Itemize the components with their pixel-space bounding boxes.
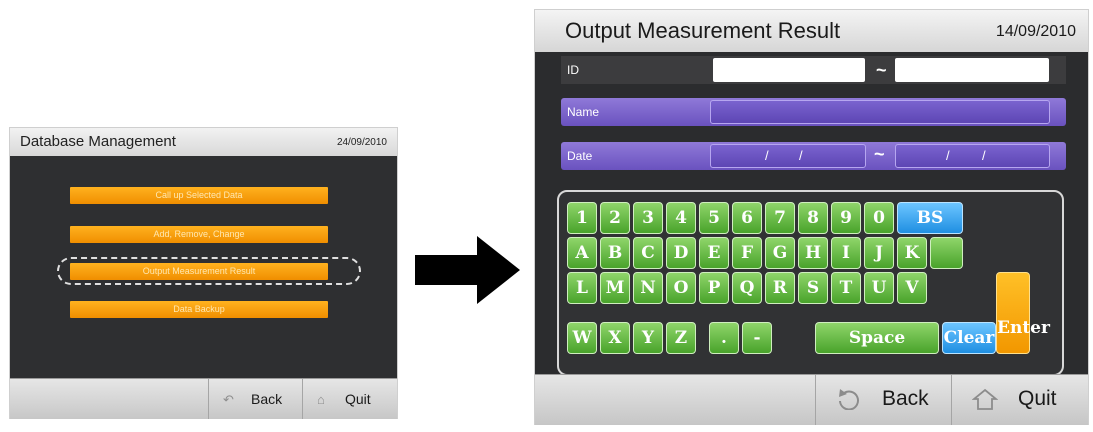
key-w[interactable]: W [567,322,597,354]
key-y[interactable]: Y [633,322,663,354]
screen-date: 14/09/2010 [995,23,1076,40]
key-3[interactable]: 3 [633,202,663,234]
database-management-screen: Database Management 24/09/2010 Call up S… [10,128,397,419]
key-7[interactable]: 7 [765,202,795,234]
clear-key[interactable]: Clear [942,322,996,354]
transition-arrow-icon [415,236,520,304]
key-t[interactable]: T [831,272,861,304]
key-9[interactable]: 9 [831,202,861,234]
key-x[interactable]: X [600,322,630,354]
screen-title: Output Measurement Result [565,18,841,43]
key-g[interactable]: G [765,237,795,269]
key-1[interactable]: 1 [567,202,597,234]
id-to-input[interactable] [895,58,1049,82]
key-f[interactable]: F [732,237,762,269]
date-from-input[interactable]: / / [710,144,866,168]
key-q[interactable]: Q [732,272,762,304]
call-up-selected-data-button[interactable]: Call up Selected Data [70,187,328,204]
key-h[interactable]: H [798,237,828,269]
key-5[interactable]: 5 [699,202,729,234]
back-button[interactable]: Back [815,375,952,425]
date-range-separator: ~ [874,144,885,164]
date-separator: / [946,148,950,163]
key-a[interactable]: A [567,237,597,269]
home-icon [972,388,998,410]
quit-button[interactable]: Quit [951,375,1089,425]
key-period[interactable]: . [709,322,739,354]
output-measurement-result-screen: Output Measurement Result 14/09/2010 ID … [535,10,1088,425]
quit-button[interactable]: ⌂ Quit [302,379,398,419]
key-l[interactable]: L [567,272,597,304]
blank-key[interactable] [930,237,963,269]
key-0[interactable]: 0 [864,202,894,234]
screen-title: Database Management [20,133,176,150]
screen-header: Database Management 24/09/2010 [10,128,397,156]
key-8[interactable]: 8 [798,202,828,234]
key-hyphen[interactable]: - [742,322,772,354]
key-e[interactable]: E [699,237,729,269]
key-o[interactable]: O [666,272,696,304]
backspace-key[interactable]: BS [897,202,963,234]
key-d[interactable]: D [666,237,696,269]
screen-footer: ↶ Back ⌂ Quit [10,378,397,419]
back-label: Back [882,387,929,410]
date-to-input[interactable]: / / [895,144,1050,168]
data-backup-button[interactable]: Data Backup [70,301,328,318]
key-z[interactable]: Z [666,322,696,354]
key-4[interactable]: 4 [666,202,696,234]
id-from-input[interactable] [713,58,865,82]
key-r[interactable]: R [765,272,795,304]
date-separator: / [765,148,769,163]
key-s[interactable]: S [798,272,828,304]
add-remove-change-button[interactable]: Add, Remove, Change [70,226,328,243]
on-screen-keyboard: 1 2 3 4 5 6 7 8 9 0 BS A B C D E F G H I… [557,190,1064,376]
screen-date: 24/09/2010 [336,137,387,148]
key-j[interactable]: J [864,237,894,269]
key-k[interactable]: K [897,237,927,269]
back-arrow-icon: ↶ [223,392,234,407]
key-p[interactable]: P [699,272,729,304]
back-button[interactable]: ↶ Back [208,379,303,419]
name-input[interactable] [710,100,1050,124]
screen-header: Output Measurement Result 14/09/2010 [535,10,1088,52]
key-6[interactable]: 6 [732,202,762,234]
date-separator: / [799,148,803,163]
key-b[interactable]: B [600,237,630,269]
name-label: Name [567,105,600,119]
key-m[interactable]: M [600,272,630,304]
key-2[interactable]: 2 [600,202,630,234]
enter-key[interactable]: Enter [996,272,1050,354]
selection-highlight [57,257,361,285]
quit-label: Quit [1018,387,1057,410]
quit-label: Quit [345,391,371,407]
key-n[interactable]: N [633,272,663,304]
back-arrow-icon [839,389,859,410]
key-i[interactable]: I [831,237,861,269]
home-icon: ⌂ [317,392,325,407]
id-label: ID [567,63,579,77]
space-key[interactable]: Space [815,322,939,354]
screen-footer: Back Quit [535,374,1088,425]
back-label: Back [251,391,283,407]
date-separator: / [982,148,986,163]
key-c[interactable]: C [633,237,663,269]
enter-label: Enter [997,318,1050,338]
date-label: Date [567,149,593,163]
id-range-separator: ~ [876,60,887,80]
key-u[interactable]: U [864,272,894,304]
key-v[interactable]: V [897,272,927,304]
